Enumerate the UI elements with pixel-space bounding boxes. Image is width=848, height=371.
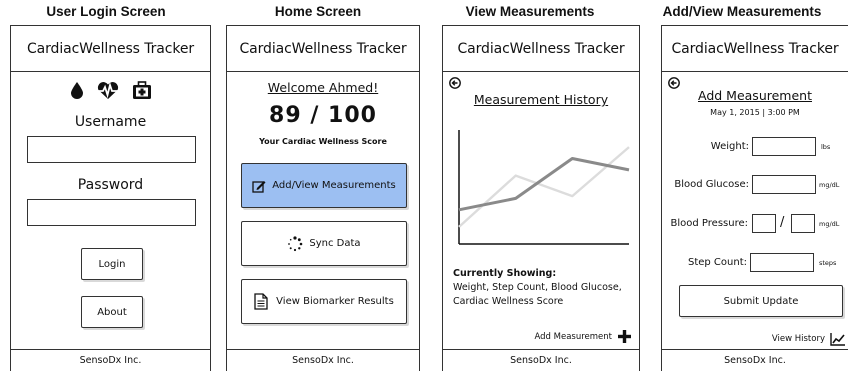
heart-rate-icon xyxy=(96,81,119,99)
blood-glucose-label: Blood Glucose: xyxy=(674,179,749,190)
add-measurement-label: Add Measurement xyxy=(534,331,612,342)
app-header: CardiacWellness Tracker xyxy=(443,26,639,72)
login-screen: CardiacWellness Tracker Username Passwor… xyxy=(10,25,211,371)
add-measurement-link[interactable]: Add Measurement xyxy=(534,330,631,343)
systolic-input[interactable] xyxy=(752,214,776,233)
login-button[interactable]: Login xyxy=(81,248,143,280)
app-footer: SensoDx Inc. xyxy=(443,349,639,371)
password-input[interactable] xyxy=(27,199,196,226)
loading-icon xyxy=(288,235,303,251)
column-title-login: User Login Screen xyxy=(46,4,166,19)
add-measurement-heading: Add Measurement xyxy=(698,88,812,103)
blood-pressure-unit: mg/dL xyxy=(819,220,840,228)
welcome-text: Welcome Ahmed! xyxy=(267,80,379,95)
username-label: Username xyxy=(74,114,147,130)
submit-update-button[interactable]: Submit Update xyxy=(679,285,843,317)
app-header: CardiacWellness Tracker xyxy=(227,26,419,72)
column-title-home: Home Screen xyxy=(274,4,362,19)
add-view-measurements-button[interactable]: Add/View Measurements xyxy=(241,163,407,208)
document-icon xyxy=(254,293,268,310)
view-history-link[interactable]: View History xyxy=(772,332,846,346)
view-history-label: View History xyxy=(771,334,825,344)
column-title-view: View Measurements xyxy=(465,4,595,19)
line-chart-icon xyxy=(830,333,845,346)
app-header: CardiacWellness Tracker xyxy=(11,26,210,72)
measurement-history-chart xyxy=(458,130,630,245)
edit-icon xyxy=(252,180,266,193)
blood-glucose-input[interactable] xyxy=(752,175,816,194)
medical-kit-icon xyxy=(132,80,151,99)
app-footer: SensoDx Inc. xyxy=(662,349,848,371)
step-count-input[interactable] xyxy=(750,253,814,272)
chart-series-line-1 xyxy=(458,157,630,212)
blood-pressure-label: Blood Pressure: xyxy=(670,218,748,229)
weight-input[interactable] xyxy=(752,137,816,156)
column-title-add: Add/View Measurements xyxy=(662,4,822,19)
plus-icon xyxy=(618,330,631,343)
measurement-history-heading: Measurement History xyxy=(473,92,609,107)
app-header: CardiacWellness Tracker xyxy=(662,26,848,72)
app-footer: SensoDx Inc. xyxy=(11,349,210,371)
step-count-label: Step Count: xyxy=(687,257,747,268)
sync-data-button[interactable]: Sync Data xyxy=(241,221,407,266)
back-arrow-icon[interactable] xyxy=(449,77,461,89)
chart-series-line-2 xyxy=(458,146,630,228)
wellness-score: 89 / 100 xyxy=(269,103,377,128)
home-screen: CardiacWellness Tracker Welcome Ahmed! 8… xyxy=(226,25,420,371)
app-footer: SensoDx Inc. xyxy=(227,349,419,371)
diastolic-input[interactable] xyxy=(791,214,815,233)
step-count-unit: steps xyxy=(819,259,837,267)
measurement-datetime: May 1, 2015 | 3:00 PM xyxy=(710,108,800,117)
blood-pressure-separator: / xyxy=(780,215,785,230)
sync-data-label: Sync Data xyxy=(309,238,361,249)
score-caption: Your Cardiac Wellness Score xyxy=(259,137,387,146)
username-input[interactable] xyxy=(27,136,196,163)
password-label: Password xyxy=(77,177,144,193)
drop-icon xyxy=(70,82,83,99)
view-biomarker-results-button[interactable]: View Biomarker Results xyxy=(241,279,407,324)
view-measurements-screen: CardiacWellness Tracker Measurement Hist… xyxy=(442,25,640,371)
currently-showing-line-2: Cardiac Wellness Score xyxy=(453,296,564,307)
add-measurement-screen: CardiacWellness Tracker Add Measurement … xyxy=(661,25,848,371)
blood-glucose-unit: mg/dL xyxy=(819,181,840,189)
add-view-measurements-label: Add/View Measurements xyxy=(272,180,396,191)
weight-unit: lbs xyxy=(821,143,831,151)
login-icon-row xyxy=(11,79,210,101)
currently-showing-title: Currently Showing: xyxy=(453,268,557,279)
view-biomarker-results-label: View Biomarker Results xyxy=(276,296,394,307)
about-button[interactable]: About xyxy=(81,296,143,328)
weight-label: Weight: xyxy=(710,141,749,152)
currently-showing-line-1: Weight, Step Count, Blood Glucose, xyxy=(453,282,622,293)
